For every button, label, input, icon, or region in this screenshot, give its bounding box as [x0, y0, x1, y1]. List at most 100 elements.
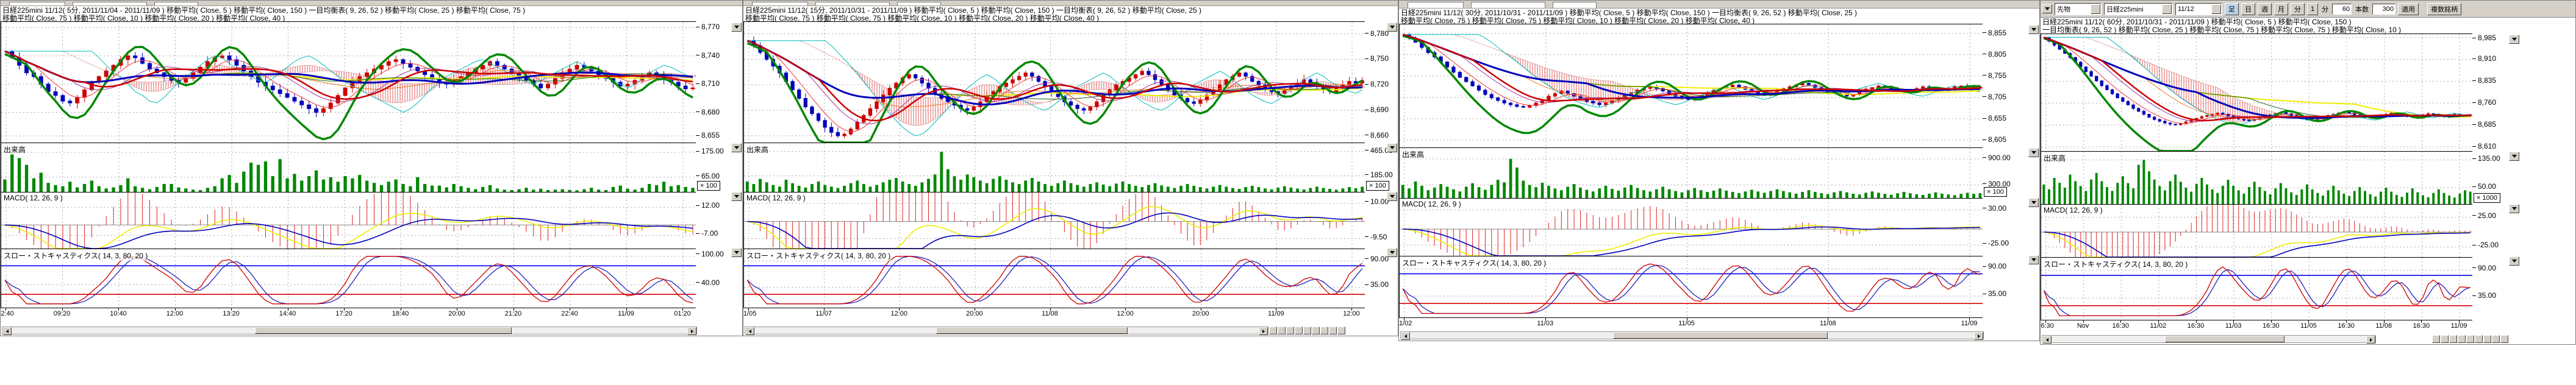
section-dropdown-button[interactable]	[2028, 148, 2039, 157]
symbol-combo-0[interactable]: 先物	[2055, 3, 2102, 15]
scrollbar-track[interactable]	[754, 327, 1259, 334]
toolbar-dropdown-button[interactable]	[2042, 4, 2052, 13]
scrollbar-thumb[interactable]	[2165, 336, 2284, 342]
scrollbar-track[interactable]	[1410, 332, 1974, 339]
chevron-down-icon[interactable]	[2091, 4, 2100, 14]
chart-tool-button[interactable]	[1303, 327, 1311, 334]
multi-symbol-button[interactable]: 複数銘柄	[2427, 3, 2461, 15]
section-dropdown-button[interactable]	[1387, 248, 1397, 257]
macd-plot[interactable]: MACD( 12, 26, 9 )	[1, 192, 697, 249]
candlestick-plot[interactable]	[1399, 24, 1984, 148]
scroll-right-button[interactable]	[1259, 327, 1268, 335]
symbol-combo-1[interactable]: 日経225mini	[2104, 3, 2173, 15]
chart-tool-button[interactable]	[2492, 335, 2500, 343]
period-button-0[interactable]: 日	[2241, 3, 2255, 15]
chart-tool-button[interactable]	[2441, 335, 2449, 343]
chart-tool-button[interactable]	[2475, 335, 2483, 343]
chart-tool-button[interactable]	[1278, 327, 1286, 334]
scrollbar-track[interactable]	[2052, 336, 2366, 342]
chevron-down-icon	[734, 251, 739, 254]
chart-tool-button[interactable]	[2432, 335, 2440, 343]
chart-tool-button[interactable]	[1337, 327, 1345, 334]
volume-multiplier-box: × 100	[697, 181, 720, 191]
section-dropdown-button[interactable]	[731, 192, 742, 201]
chart-tool-button[interactable]	[1329, 327, 1337, 334]
scroll-right-button[interactable]	[2366, 336, 2375, 344]
macd-plot[interactable]: MACD( 12, 26, 9 )	[2041, 204, 2474, 258]
section-dropdown-button[interactable]	[2509, 256, 2519, 266]
chart-tool-button[interactable]	[2483, 335, 2491, 343]
stochastics-plot[interactable]: スロー・ストキャスティクス( 14, 3, 80, 20 )	[743, 249, 1366, 308]
period-button-3[interactable]: 分	[2291, 3, 2305, 15]
volume-axis-label: 175.00	[696, 147, 724, 155]
clipped-combo	[897, 2, 941, 6]
macd-plot[interactable]: MACD( 12, 26, 9 )	[743, 192, 1366, 249]
chart-toolbar: 先物日経225mini11/12足日週月分1分60本数300適用複数銘柄	[2041, 1, 2575, 18]
section-dropdown-button[interactable]	[1387, 23, 1397, 32]
stochastics-plot[interactable]: スロー・ストキャスティクス( 14, 3, 80, 20 )	[2041, 257, 2474, 320]
macd-plot[interactable]: MACD( 12, 26, 9 )	[1399, 198, 1984, 256]
scroll-left-button[interactable]	[2, 327, 12, 335]
count-input[interactable]: 300	[2372, 4, 2395, 15]
volume-section-label: 出来高	[746, 144, 768, 155]
candlestick-plot[interactable]	[1, 21, 697, 143]
scrollbar-thumb[interactable]	[255, 327, 512, 334]
horizontal-scrollbar[interactable]	[2, 327, 697, 334]
volume-plot[interactable]: 出来高	[1399, 147, 1984, 199]
chart-tool-button[interactable]	[2458, 335, 2466, 343]
axis-value: 135.00	[2478, 154, 2500, 163]
chevron-down-icon	[1390, 146, 1395, 149]
scroll-right-button[interactable]	[1974, 332, 1983, 340]
horizontal-scrollbar[interactable]	[745, 327, 1268, 334]
x-axis-label: 11/07	[815, 310, 832, 317]
scrollbar-thumb[interactable]	[936, 327, 1128, 334]
stochastics-plot[interactable]: スロー・ストキャスティクス( 14, 3, 80, 20 )	[1, 249, 697, 308]
volume-plot[interactable]: 出来高	[1, 143, 697, 192]
section-dropdown-button[interactable]	[1387, 192, 1397, 201]
chart-tool-button[interactable]	[2500, 335, 2508, 343]
axis-value: 35.00	[1370, 280, 1389, 289]
period-button-1[interactable]: 週	[2258, 3, 2272, 15]
symbol-combo-2[interactable]: 11/12	[2175, 3, 2222, 15]
volume-plot[interactable]: 出来高	[2041, 151, 2474, 205]
candlestick-plot[interactable]	[2041, 34, 2474, 152]
section-dropdown-button[interactable]	[1387, 143, 1397, 152]
chevron-down-icon[interactable]	[2162, 4, 2172, 14]
chart-tool-button[interactable]	[2466, 335, 2474, 343]
section-dropdown-button[interactable]	[731, 143, 742, 152]
scroll-left-button[interactable]	[1401, 332, 1410, 340]
scrollbar-thumb[interactable]	[1613, 332, 1828, 339]
section-dropdown-button[interactable]	[2028, 255, 2039, 264]
scrollbar-track[interactable]	[12, 327, 687, 334]
volume-plot[interactable]: 出来高	[743, 143, 1366, 192]
section-dropdown-button[interactable]	[2509, 204, 2519, 213]
chart-tool-button[interactable]	[1295, 327, 1303, 334]
scroll-left-button[interactable]	[2042, 336, 2052, 344]
section-dropdown-button[interactable]	[2509, 152, 2519, 161]
axis-tick	[1983, 266, 1986, 267]
period-button-4[interactable]: 1	[2307, 3, 2318, 15]
scroll-right-button[interactable]	[687, 327, 696, 335]
section-dropdown-button[interactable]	[2028, 198, 2039, 207]
horizontal-scrollbar[interactable]	[1400, 331, 1984, 339]
chart-tool-button[interactable]	[1312, 327, 1320, 334]
section-dropdown-button[interactable]	[2509, 35, 2519, 44]
chart-tool-button[interactable]	[1286, 327, 1294, 334]
bar-type-button[interactable]: 足	[2225, 3, 2239, 15]
candlestick-plot[interactable]	[743, 21, 1366, 143]
chart-tool-button[interactable]	[2449, 335, 2457, 343]
chart-tool-button[interactable]	[1320, 327, 1328, 334]
minute-input[interactable]: 60	[2332, 4, 2352, 15]
section-dropdown-button[interactable]	[2028, 25, 2039, 34]
chart-window-p3: 日経225mini 11/12( 30分, 2011/10/31 - 2011/…	[1398, 0, 2040, 341]
chart-tool-button[interactable]	[1269, 327, 1277, 334]
macd-axis-label: -25.00	[2472, 241, 2499, 249]
section-dropdown-button[interactable]	[731, 23, 742, 32]
period-button-2[interactable]: 月	[2274, 3, 2288, 15]
stochastics-plot[interactable]: スロー・ストキャスティクス( 14, 3, 80, 20 )	[1399, 256, 1984, 318]
chevron-down-icon[interactable]	[2211, 4, 2221, 14]
apply-button[interactable]: 適用	[2398, 3, 2419, 15]
section-dropdown-button[interactable]	[731, 248, 742, 257]
horizontal-scrollbar[interactable]	[2042, 335, 2376, 343]
scroll-left-button[interactable]	[745, 327, 754, 335]
